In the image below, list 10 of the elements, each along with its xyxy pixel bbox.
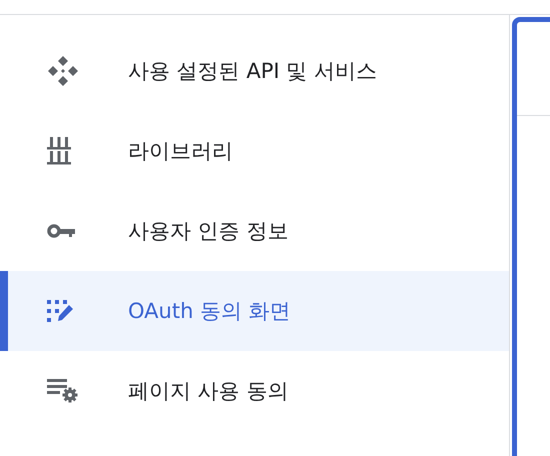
key-icon <box>47 223 75 239</box>
library-icon <box>47 137 71 165</box>
nav-item[interactable]: 사용자 인증 정보 <box>0 191 509 271</box>
nav-item[interactable]: OAuth 동의 화면 <box>0 271 509 351</box>
diamond-cluster-icon <box>47 55 79 87</box>
grid-pencil-icon <box>47 300 73 322</box>
nav-item[interactable]: 사용 설정된 API 및 서비스 <box>0 31 509 111</box>
nav-item[interactable]: 라이브러리 <box>0 111 509 191</box>
list-gear-icon <box>47 379 79 403</box>
nav-item[interactable]: 페이지 사용 동의 <box>0 351 509 431</box>
